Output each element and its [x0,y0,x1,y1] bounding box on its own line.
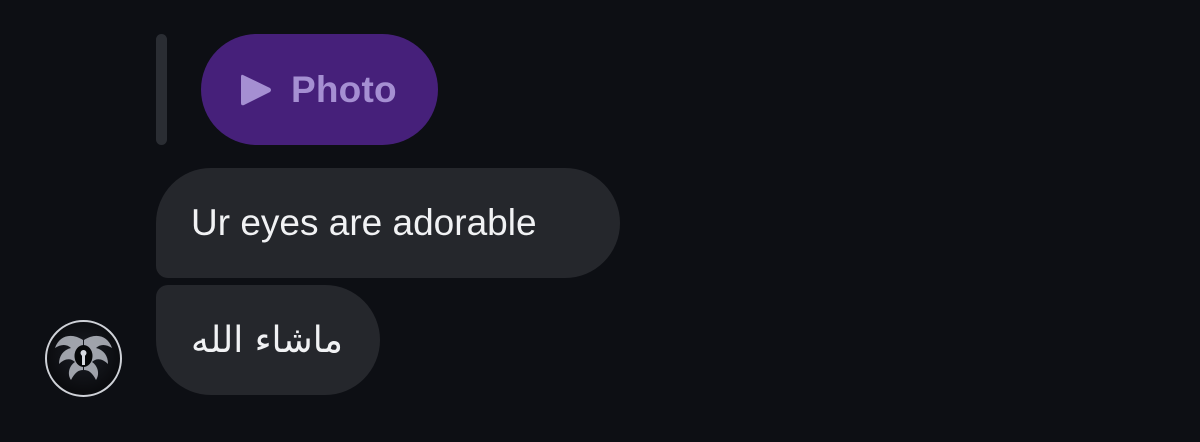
reply-indicator-bar [156,34,167,145]
winged-emblem-icon [55,335,112,380]
play-icon [237,71,273,109]
message-bubble[interactable]: ماشاء الله [156,285,380,395]
photo-label: Photo [291,68,397,110]
message-text: Ur eyes are adorable [191,202,537,243]
avatar[interactable] [45,320,122,397]
message-bubble[interactable]: Ur eyes are adorable [156,168,620,278]
replied-photo-preview[interactable]: Photo [201,34,438,145]
message-text: ماشاء الله [191,319,343,361]
chat-thread: Photo Ur eyes are adorable ماشاء الله [0,0,1200,442]
